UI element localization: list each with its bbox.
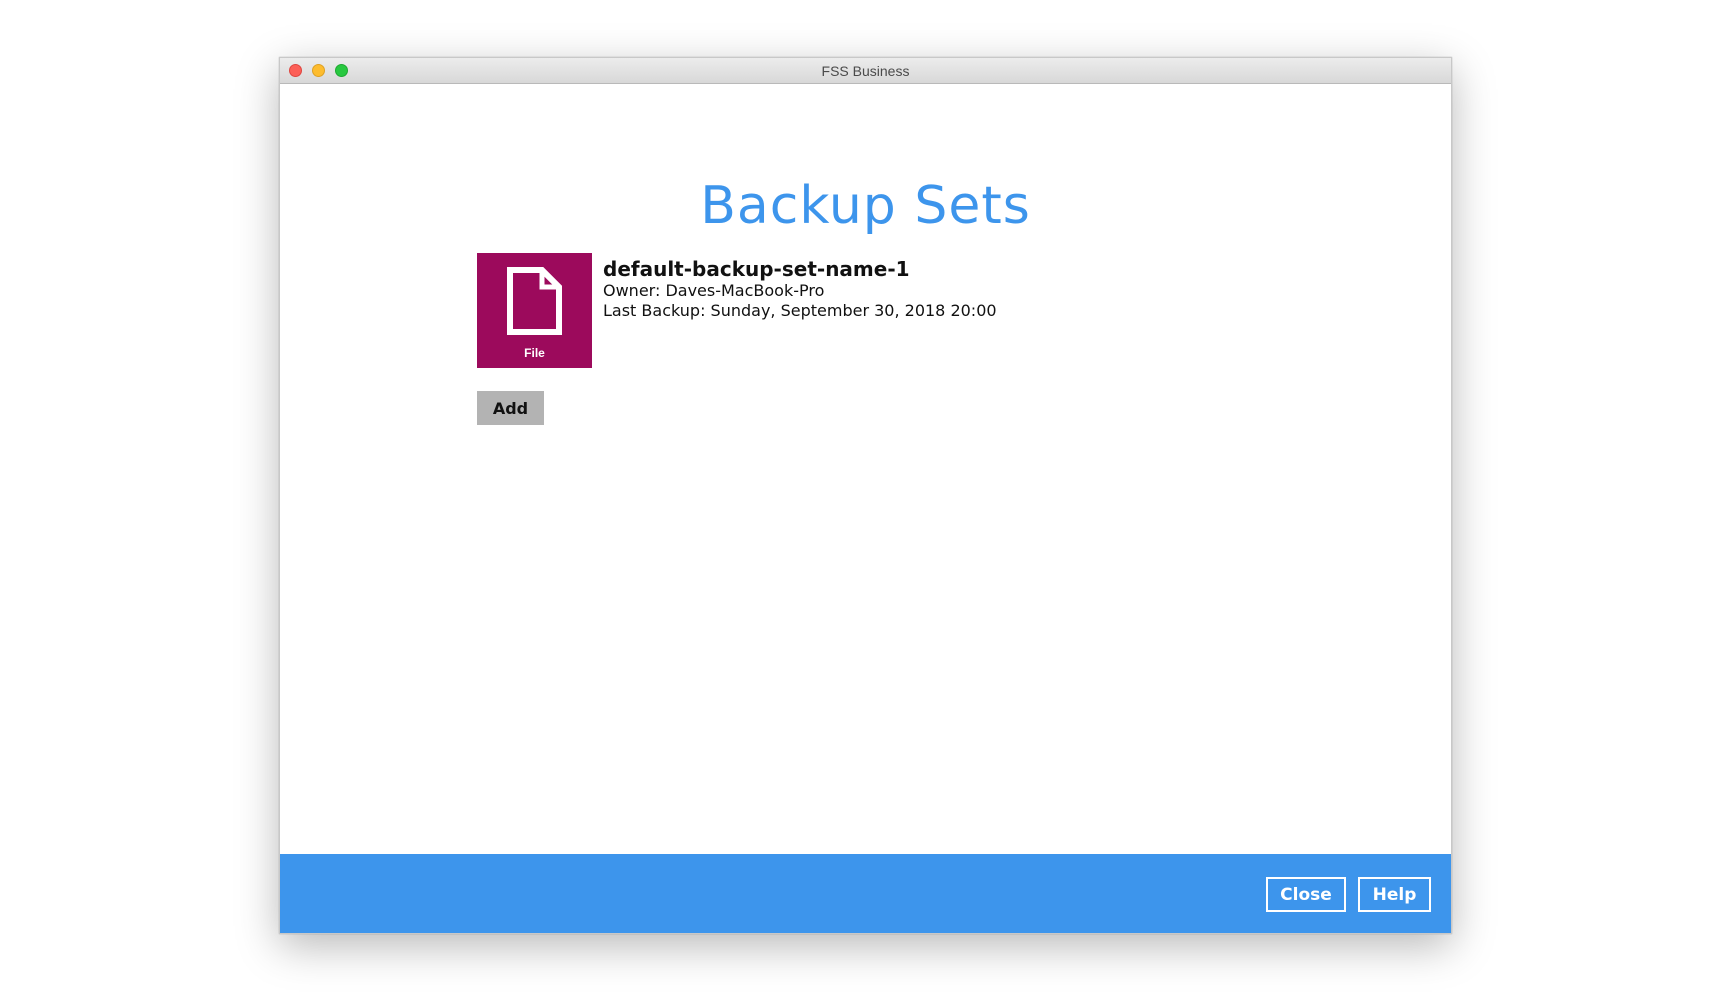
backup-set-type-label: File (524, 346, 545, 360)
backup-set-name[interactable]: default-backup-set-name-1 (603, 257, 997, 281)
backup-set-item[interactable]: File default-backup-set-name-1 Owner: Da… (477, 253, 1177, 368)
backup-set-tile[interactable]: File (477, 253, 592, 368)
window-title: FSS Business (821, 63, 910, 79)
title-bar[interactable]: FSS Business (280, 58, 1451, 84)
file-icon (507, 267, 562, 335)
help-button[interactable]: Help (1358, 877, 1431, 912)
backup-set-info: default-backup-set-name-1 Owner: Daves-M… (603, 257, 997, 321)
backup-set-last-backup: Last Backup: Sunday, September 30, 2018 … (603, 301, 997, 320)
backup-set-owner: Owner: Daves-MacBook-Pro (603, 281, 825, 300)
add-button[interactable]: Add (477, 391, 544, 425)
footer-bar: Close Help (280, 854, 1451, 933)
app-window: FSS Business Backup Sets File default-ba… (279, 57, 1452, 934)
page-title: Backup Sets (700, 176, 1031, 236)
close-button[interactable]: Close (1266, 877, 1346, 912)
